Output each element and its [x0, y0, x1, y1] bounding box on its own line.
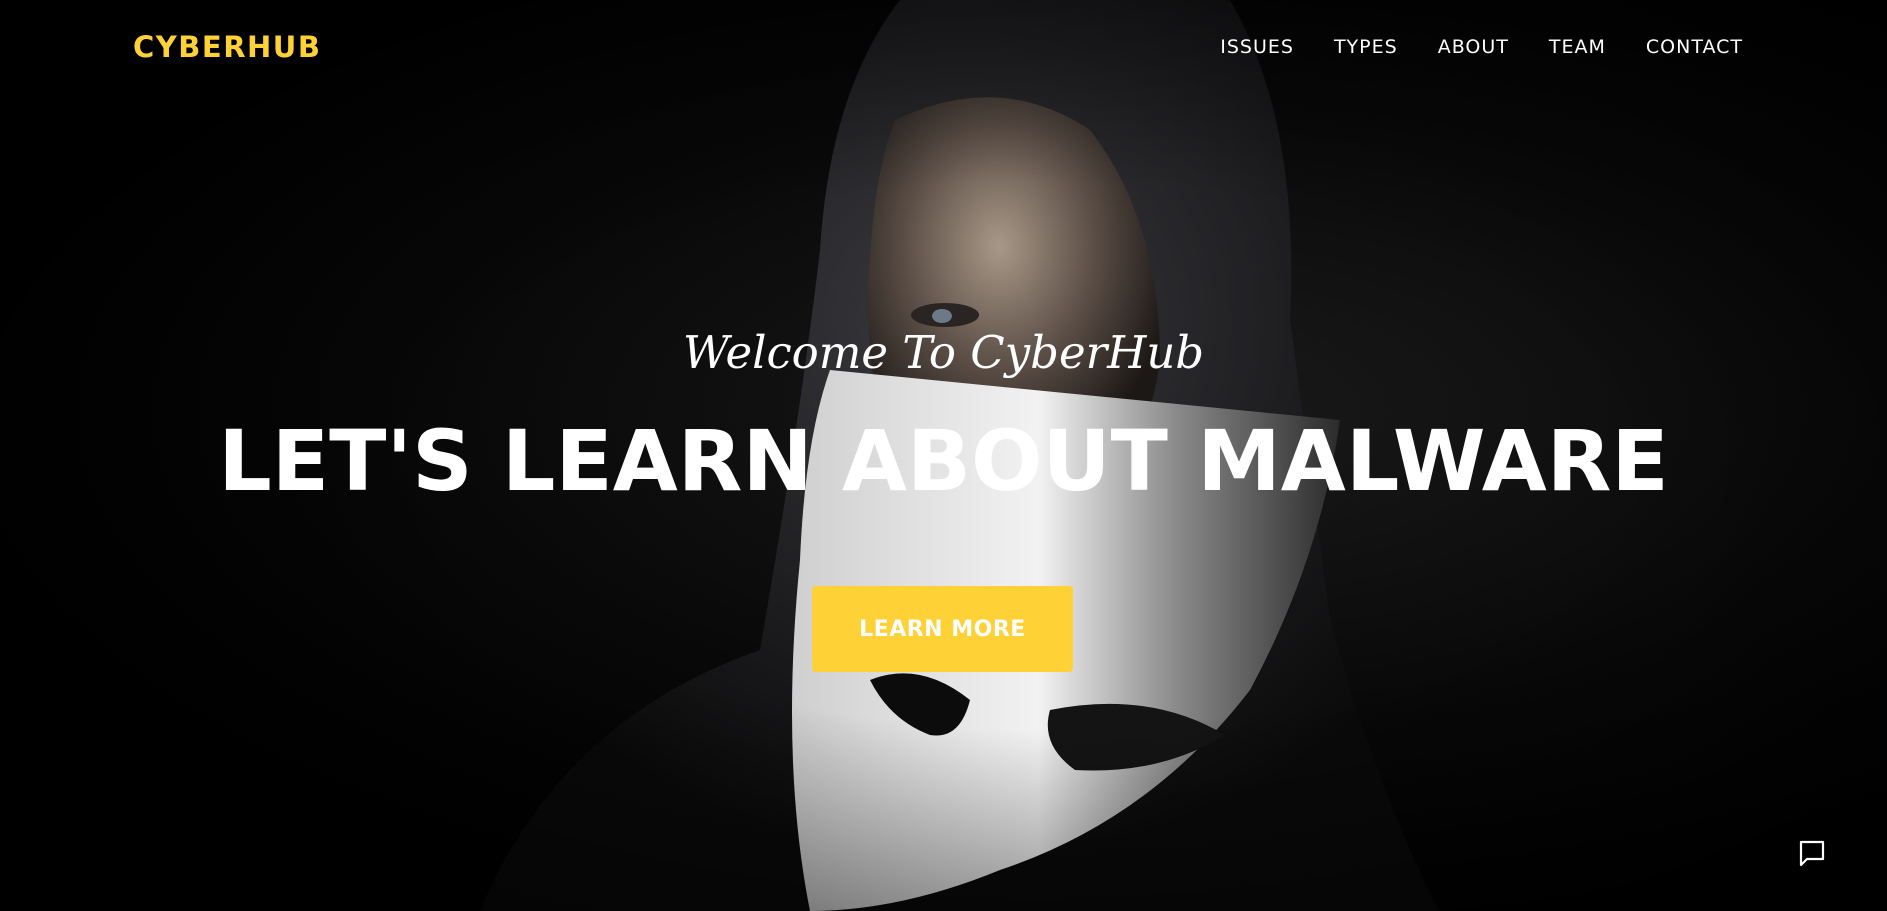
- nav-item: CONTACT: [1646, 36, 1743, 58]
- nav-link-about[interactable]: ABOUT: [1438, 36, 1509, 58]
- nav-item: TEAM: [1549, 36, 1606, 58]
- learn-more-button[interactable]: LEARN MORE: [812, 586, 1073, 672]
- nav-link-contact[interactable]: CONTACT: [1646, 36, 1743, 58]
- hero-section: CYBERHUB ISSUES TYPES ABOUT TEAM CONTACT…: [0, 0, 1887, 911]
- hero-heading: LET'S LEARN ABOUT MALWARE: [218, 412, 1669, 510]
- nav-item: TYPES: [1334, 36, 1398, 58]
- chat-icon: [1799, 840, 1825, 867]
- navbar: CYBERHUB ISSUES TYPES ABOUT TEAM CONTACT: [0, 0, 1887, 100]
- chat-button[interactable]: [1790, 831, 1834, 875]
- nav-link-types[interactable]: TYPES: [1334, 36, 1398, 58]
- hero-subheading: Welcome To CyberHub: [682, 326, 1205, 379]
- nav-link-team[interactable]: TEAM: [1549, 36, 1606, 58]
- brand-logo[interactable]: CYBERHUB: [133, 30, 321, 64]
- nav-menu: ISSUES TYPES ABOUT TEAM CONTACT: [1220, 36, 1743, 58]
- nav-item: ISSUES: [1220, 36, 1294, 58]
- nav-link-issues[interactable]: ISSUES: [1220, 36, 1294, 58]
- nav-item: ABOUT: [1438, 36, 1509, 58]
